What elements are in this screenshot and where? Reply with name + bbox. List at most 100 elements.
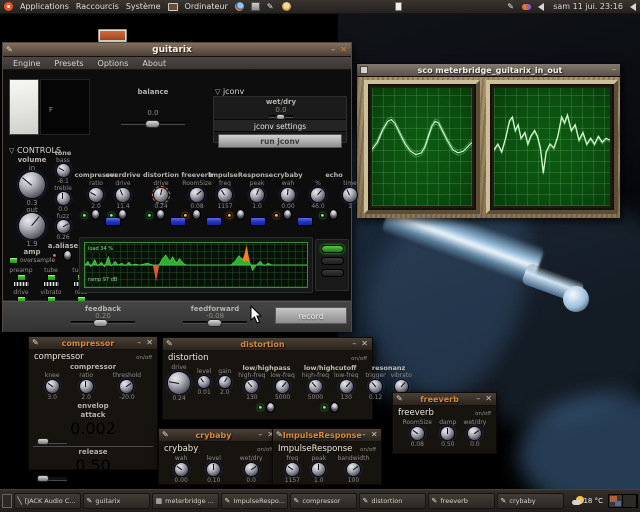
knob[interactable] bbox=[219, 376, 231, 388]
minimize-button[interactable]: – bbox=[476, 394, 480, 404]
close-button[interactable]: ✕ bbox=[371, 430, 378, 440]
led-indicator[interactable] bbox=[322, 405, 327, 410]
minimize-button[interactable]: – bbox=[612, 65, 616, 75]
oversample-checkbox[interactable] bbox=[9, 257, 18, 264]
effect-switch-echo[interactable] bbox=[329, 209, 338, 220]
close-button[interactable]: ✕ bbox=[340, 45, 347, 55]
knob[interactable] bbox=[190, 188, 204, 202]
effect-led-ImpulseResponse[interactable] bbox=[227, 213, 232, 218]
task-button-1[interactable]: ✎guitarix bbox=[83, 493, 150, 509]
knob[interactable] bbox=[154, 188, 168, 202]
volume-out-knob[interactable] bbox=[19, 213, 45, 239]
computer-icon[interactable] bbox=[168, 3, 178, 11]
close-button[interactable]: ✕ bbox=[146, 338, 153, 348]
pen-tray-icon[interactable]: ✎ bbox=[507, 2, 515, 11]
menu-places[interactable]: Raccourcis bbox=[76, 2, 119, 11]
tray-indicator-icon[interactable] bbox=[522, 4, 531, 10]
led-indicator[interactable] bbox=[258, 405, 263, 410]
terminal-launcher-icon[interactable] bbox=[251, 2, 260, 11]
badge-applet-icon[interactable] bbox=[282, 2, 291, 11]
volume-icon[interactable] bbox=[538, 3, 544, 11]
meterbridge-titlebar[interactable]: sco meterbridge_guitarix_in_out – bbox=[357, 64, 620, 77]
oversample-toggle[interactable]: oversample bbox=[9, 257, 55, 264]
slider-handle[interactable] bbox=[207, 319, 222, 327]
effect-switch-ImpulseResponse[interactable] bbox=[236, 209, 245, 220]
plugin-titlebar[interactable]: ✎crybaby–✕ bbox=[159, 429, 278, 442]
aliase-switch[interactable] bbox=[63, 250, 72, 261]
minimize-button[interactable]: – bbox=[258, 430, 262, 440]
knob[interactable] bbox=[57, 220, 70, 233]
jconv-settings-button[interactable]: jconv settings bbox=[214, 119, 346, 132]
knob[interactable] bbox=[57, 164, 70, 177]
slider-handle[interactable] bbox=[145, 120, 160, 128]
task-button-4[interactable]: ✎compressor bbox=[290, 493, 357, 509]
effect-switch-distortion[interactable] bbox=[156, 209, 165, 220]
effect-led-compressor[interactable] bbox=[82, 213, 87, 218]
plugin-titlebar[interactable]: ✎compressor–✕ bbox=[29, 337, 157, 350]
guitarix-menu-engine[interactable]: Engine bbox=[13, 59, 40, 68]
knob[interactable] bbox=[46, 380, 59, 393]
browser-launcher-icon[interactable] bbox=[235, 2, 244, 11]
minimize-button[interactable]: – bbox=[137, 338, 141, 348]
plugin-titlebar[interactable]: ✎freeverb–✕ bbox=[393, 393, 496, 406]
amp-switch-slider[interactable] bbox=[43, 281, 60, 287]
minimize-button[interactable]: – bbox=[331, 45, 335, 55]
wetdry-slider[interactable] bbox=[269, 115, 293, 118]
knob[interactable] bbox=[309, 380, 322, 393]
knob[interactable] bbox=[116, 188, 130, 202]
plugin-titlebar[interactable]: ✎ImpulseResponse–✕ bbox=[273, 429, 381, 442]
knob[interactable] bbox=[340, 380, 353, 393]
knob[interactable] bbox=[347, 463, 360, 476]
effect-preset-button-distortion[interactable] bbox=[170, 217, 186, 226]
pen-applet-icon[interactable]: ✎ bbox=[267, 2, 275, 11]
onoff-label[interactable]: on/off bbox=[475, 411, 491, 417]
effect-led-crybaby[interactable] bbox=[274, 213, 279, 218]
amp-switch-slider[interactable] bbox=[13, 281, 30, 287]
effect-switch-crybaby[interactable] bbox=[283, 209, 292, 220]
feedforward-slider[interactable] bbox=[183, 321, 247, 324]
effect-preset-button-ImpulseResponse[interactable] bbox=[250, 217, 266, 226]
effect-led-freeverb[interactable] bbox=[183, 213, 188, 218]
effect-led-overdrive[interactable] bbox=[109, 213, 114, 218]
close-button[interactable]: ✕ bbox=[485, 394, 492, 404]
knob[interactable] bbox=[250, 188, 264, 202]
distro-logo-icon[interactable] bbox=[4, 2, 13, 11]
jconv-expander[interactable]: ▽ jconv bbox=[215, 87, 244, 96]
effect-led-distortion[interactable] bbox=[147, 213, 152, 218]
run-jconv-button[interactable]: run jconv bbox=[218, 134, 342, 148]
envelope-slider-attack[interactable] bbox=[37, 440, 67, 444]
task-button-6[interactable]: ✎freeverb bbox=[428, 493, 495, 509]
wave-mode-button-3[interactable] bbox=[321, 269, 344, 277]
knob[interactable] bbox=[57, 192, 70, 205]
feedback-slider[interactable] bbox=[71, 321, 135, 324]
knob[interactable] bbox=[168, 372, 190, 394]
group-switch[interactable] bbox=[330, 402, 339, 413]
onoff-label[interactable]: on/off bbox=[360, 447, 376, 453]
knob[interactable] bbox=[245, 380, 258, 393]
effect-switch-overdrive[interactable] bbox=[118, 209, 127, 220]
slider-handle[interactable] bbox=[93, 319, 108, 327]
knob[interactable] bbox=[245, 463, 258, 476]
onoff-label[interactable]: on/off bbox=[351, 356, 367, 362]
knob[interactable] bbox=[312, 463, 325, 476]
eject-icon[interactable] bbox=[630, 3, 636, 11]
weather-icon[interactable] bbox=[572, 496, 579, 506]
knob[interactable] bbox=[281, 188, 295, 202]
knob[interactable] bbox=[207, 463, 220, 476]
knob[interactable] bbox=[218, 188, 232, 202]
workspace-1[interactable] bbox=[609, 495, 623, 507]
record-button[interactable]: record bbox=[275, 307, 347, 324]
slider-handle[interactable] bbox=[37, 438, 49, 445]
menu-computer[interactable]: Ordinateur bbox=[185, 2, 228, 11]
minimize-button[interactable]: – bbox=[352, 339, 356, 349]
clock[interactable]: sam 11 jui. 23:16 bbox=[553, 2, 623, 11]
show-desktop-button[interactable] bbox=[2, 494, 12, 508]
knob[interactable] bbox=[441, 427, 454, 440]
task-button-2[interactable]: ▦meterbridge ... bbox=[152, 493, 219, 509]
effect-switch-compressor[interactable] bbox=[91, 209, 100, 220]
amp-switch-checkbox[interactable] bbox=[47, 274, 56, 281]
plugin-titlebar[interactable]: ✎distortion–✕ bbox=[163, 338, 372, 351]
knob[interactable] bbox=[276, 380, 289, 393]
guitarix-menu-about[interactable]: About bbox=[142, 59, 166, 68]
workspace-switcher[interactable] bbox=[608, 494, 638, 508]
